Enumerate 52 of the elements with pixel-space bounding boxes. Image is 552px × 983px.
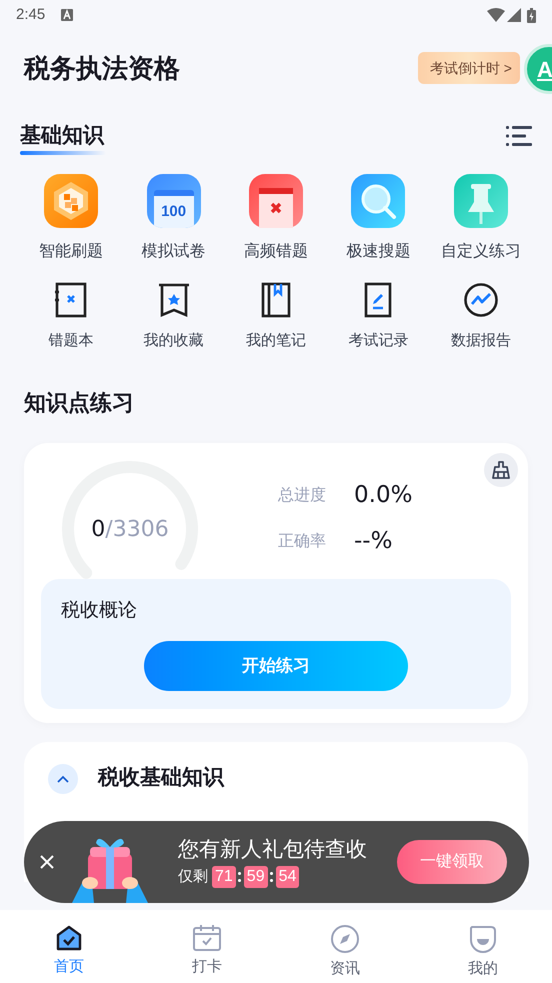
calendar-check-icon [192,924,222,952]
error-notebook-icon [53,282,90,318]
timer-digits: 54 [276,866,300,888]
stat-value: 0.0% [354,481,412,510]
chevron-icon [57,774,69,782]
countdown-button[interactable]: 考试倒计时 > [418,52,520,84]
progress-count: 0/3306 [91,516,169,544]
error-book-icon [248,174,303,228]
clear-button[interactable] [484,452,518,486]
battery-icon [527,8,536,22]
feature-label[interactable]: 自定义练习 [440,240,521,264]
timer-digits: 71 [212,866,236,888]
menu-icon[interactable] [506,126,532,146]
trend-chart-icon [462,282,499,318]
collapse-button[interactable] [48,764,78,794]
close-icon[interactable] [40,855,54,869]
section-title: 知识点练习 [24,389,134,417]
status-time: 2:45 [16,4,46,25]
feature-label[interactable]: 极速搜题 [346,240,410,264]
pushpin-icon [454,174,508,228]
tool-label[interactable]: 我的笔记 [246,330,306,352]
section-title: 基础知识 [20,124,104,148]
timer-digits: 59 [244,866,268,888]
chapter-title: 税收概论 [61,598,138,622]
tab-item[interactable]: 资讯 [276,910,414,983]
tool-label[interactable]: 我的收藏 [144,330,204,352]
signal-icon [507,8,521,22]
promo-label: 仅剩 [178,866,208,887]
notification-icon [61,9,74,21]
chapter-title: 税收基础知识 [98,764,224,790]
compass-icon [330,924,360,954]
tab-item[interactable]: 打卡 [138,910,276,983]
tool-label[interactable]: 数据报告 [450,330,511,352]
search-icon [351,174,406,228]
hexagon-grid-icon [44,174,98,228]
tool-label[interactable]: 考试记录 [348,330,408,352]
stat-value: --% [354,527,392,556]
broom-icon [491,460,511,480]
feature-label[interactable]: 模拟试卷 [142,240,206,264]
feature-label[interactable]: 智能刷题 [39,240,104,264]
home-icon [55,924,83,952]
wifi-icon [487,8,505,22]
tab-item[interactable]: 我的 [414,910,552,983]
app-title: 税务执法资格 [24,52,180,84]
stat-label: 正确率 [278,532,327,552]
profile-icon [469,924,497,954]
tool-label[interactable]: 错题本 [48,330,94,352]
exam-paper-icon: 100 [146,174,201,228]
stat-label: 总进度 [278,486,327,506]
tab-item[interactable]: 首页 [0,910,138,983]
promo-title: 您有新人礼包待查收 [178,836,367,863]
feature-label[interactable]: 高频错题 [244,240,308,264]
